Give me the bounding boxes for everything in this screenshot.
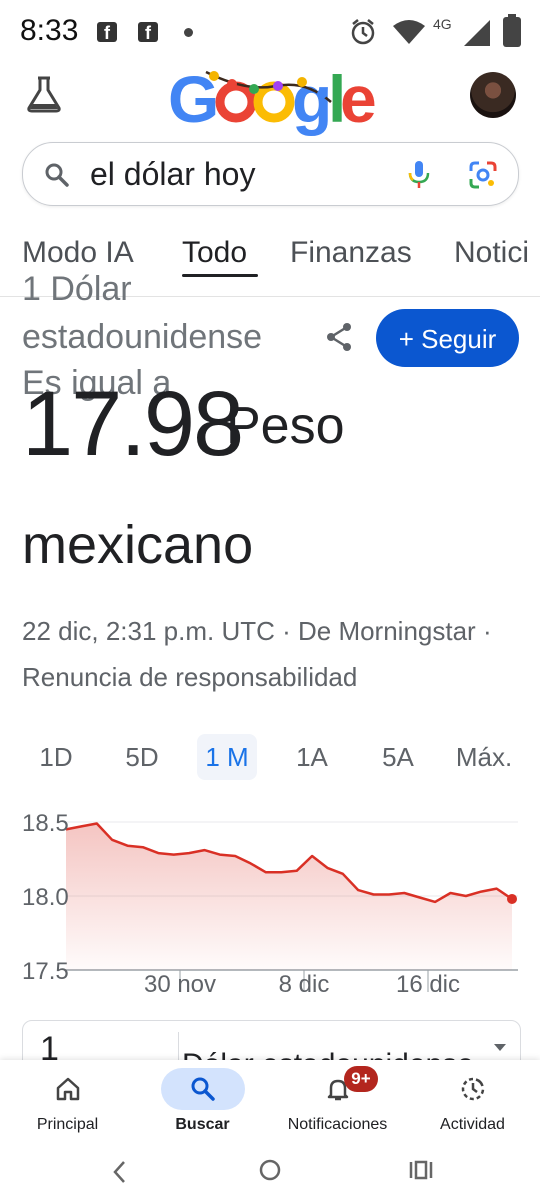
rate-timestamp-source: 22 dic, 2:31 p.m. UTC · De Morningstar · (22, 616, 492, 646)
status-bar: 8:33 f f 4G (0, 0, 540, 64)
wifi-icon (393, 20, 425, 44)
rate-metadata: 22 dic, 2:31 p.m. UTC · De Morningstar ·… (22, 608, 532, 700)
to-currency-label: Peso (226, 397, 345, 455)
status-time: 8:33 (20, 14, 79, 47)
more-notifications-dot-icon (184, 28, 193, 37)
disclaimer-link[interactable]: Renuncia de responsabilidad (22, 654, 532, 700)
google-lens-icon[interactable] (468, 160, 498, 190)
y-tick-label: 18.0 (22, 884, 69, 911)
account-avatar[interactable] (470, 72, 516, 118)
google-logo[interactable]: G g l e (166, 62, 376, 138)
labs-flask-icon[interactable] (24, 74, 64, 114)
nav-label: Principal (36, 1116, 99, 1133)
battery-icon (503, 14, 521, 47)
nav-buscar[interactable]: Buscar (135, 1060, 270, 1144)
x-tick-label: 16 dic (396, 971, 460, 998)
tab-finanzas[interactable]: Finanzas (290, 236, 412, 270)
notification-count-badge: 9+ (344, 1066, 378, 1092)
nav-label: Buscar (175, 1116, 230, 1133)
x-tick-label: 30 nov (144, 971, 216, 998)
range-max[interactable]: Máx. (448, 734, 520, 780)
system-navigation-bar (0, 1144, 540, 1200)
search-query[interactable]: el dólar hoy (90, 156, 255, 193)
follow-button[interactable]: + Seguir (376, 309, 519, 367)
signal-icon (464, 20, 490, 46)
nav-label: Notificaciones (287, 1116, 388, 1133)
range-1a[interactable]: 1A (282, 734, 342, 780)
nav-actividad[interactable]: Actividad (405, 1060, 540, 1144)
recent-apps-icon[interactable] (408, 1158, 434, 1182)
svg-text:e: e (340, 62, 376, 136)
range-1m[interactable]: 1 M (197, 734, 257, 780)
nav-principal[interactable]: Principal (0, 1060, 135, 1144)
activity-icon (461, 1077, 485, 1101)
back-icon[interactable] (110, 1158, 130, 1186)
tab-noticias[interactable]: Notici (454, 236, 529, 270)
tab-modo-ia[interactable]: Modo IA (22, 236, 134, 270)
exchange-rate-chart[interactable]: 18.5 18.0 17.5 30 nov 8 dic 16 dic (0, 800, 540, 1020)
range-1d[interactable]: 1D (26, 734, 86, 780)
active-tab-indicator (182, 274, 258, 277)
x-tick-label: 8 dic (279, 971, 330, 998)
search-icon (45, 163, 69, 187)
home-circle-icon[interactable] (258, 1158, 282, 1182)
facebook-notification-icon: f (138, 22, 158, 43)
voice-search-mic-icon[interactable] (406, 160, 432, 190)
network-type: 4G (433, 16, 452, 32)
chart-last-point (507, 893, 517, 904)
facebook-notification-icon: f (97, 22, 117, 43)
home-icon (56, 1077, 80, 1101)
nav-notificaciones[interactable]: 9+ Notificaciones (270, 1060, 405, 1144)
chevron-down-icon[interactable] (494, 1044, 506, 1051)
range-5a[interactable]: 5A (368, 734, 428, 780)
from-amount-label: 1 Dólar (22, 270, 132, 308)
y-tick-label: 18.5 (22, 810, 69, 837)
y-tick-label: 17.5 (22, 958, 69, 985)
alarm-icon (351, 19, 375, 45)
range-5d[interactable]: 5D (112, 734, 172, 780)
nav-label: Actividad (440, 1116, 505, 1133)
exchange-rate-value: 17.98 (22, 373, 244, 475)
search-icon (191, 1077, 215, 1101)
to-currency-label-line2: mexicano (22, 515, 254, 575)
tab-todo[interactable]: Todo (182, 236, 247, 270)
share-icon[interactable] (324, 320, 354, 354)
from-currency-label: estadounidense (22, 318, 263, 356)
